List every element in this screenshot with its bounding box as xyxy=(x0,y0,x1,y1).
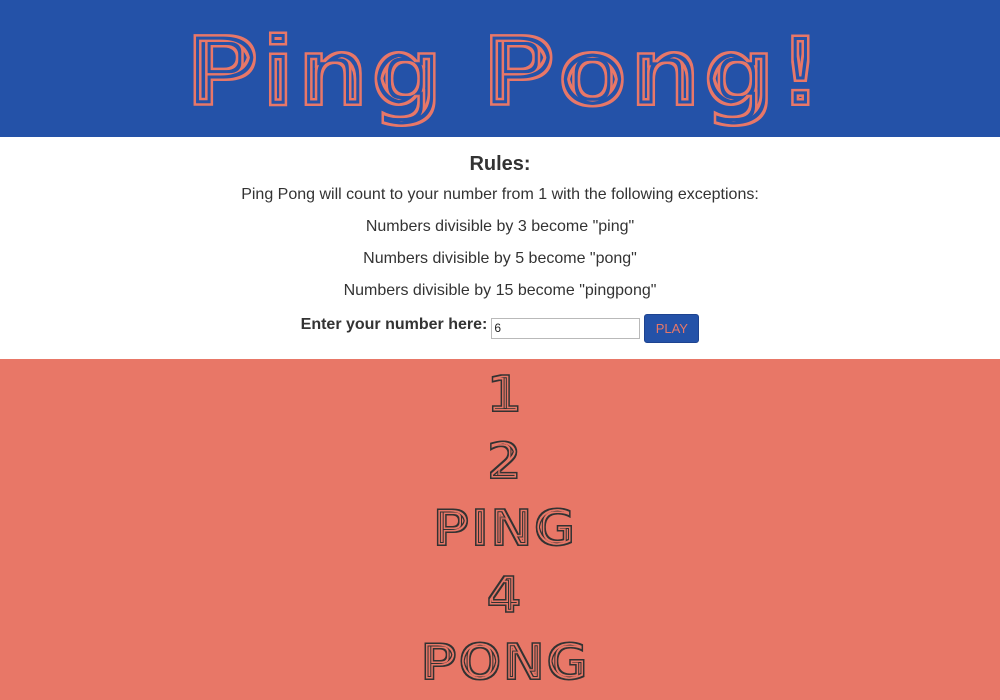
play-button[interactable]: PLAY xyxy=(644,313,700,343)
results-section: 1 2 PING 4 PONG xyxy=(0,359,1000,700)
page-title: Ping Pong! xyxy=(184,16,824,130)
result-item: PING xyxy=(432,499,576,559)
result-item: 1 xyxy=(486,365,522,425)
header-banner: Ping Pong! xyxy=(0,0,1000,137)
number-label: Enter your number here: xyxy=(300,316,488,333)
title-graphic: Ping Pong! xyxy=(184,16,824,130)
rules-heading: Rules: xyxy=(469,153,531,175)
number-form: Enter your number here: PLAY xyxy=(0,313,1000,343)
result-item: 4 xyxy=(486,566,522,626)
rule-item-pingpong: Numbers divisible by 15 become "pingpong… xyxy=(343,282,657,299)
rule-item-ping: Numbers divisible by 3 become "ping" xyxy=(365,218,635,235)
number-input[interactable] xyxy=(491,317,641,339)
rules-intro: Ping Pong will count to your number from… xyxy=(241,186,759,203)
results-list: 1 2 PING 4 PONG xyxy=(420,365,589,693)
result-item: PONG xyxy=(420,633,589,693)
rules-section: Rules: Ping Pong will count to your numb… xyxy=(0,137,1000,359)
rule-item-pong: Numbers divisible by 5 become "pong" xyxy=(363,250,637,267)
result-item: 2 xyxy=(486,432,522,492)
